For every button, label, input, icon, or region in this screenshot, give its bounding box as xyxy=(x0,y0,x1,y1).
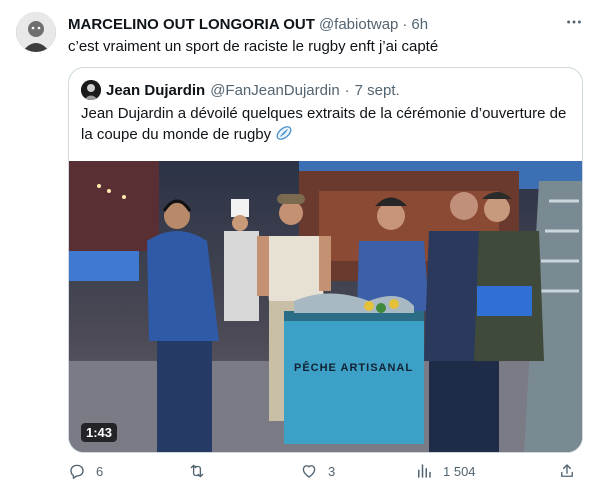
quoted-author-handle: @FanJeanDujardin xyxy=(210,81,340,99)
quoted-text: Jean Dujardin a dévoilé quelques extrait… xyxy=(81,105,567,143)
views-icon xyxy=(415,462,433,480)
share-icon xyxy=(558,462,576,480)
like-icon xyxy=(300,462,318,480)
quoted-tweet[interactable]: Jean Dujardin @FanJeanDujardin · 7 sept.… xyxy=(68,67,583,453)
reply-icon xyxy=(68,462,86,480)
quoted-avatar xyxy=(81,80,101,100)
separator-dot: · xyxy=(402,15,408,33)
tweet-header: MARCELINO OUT LONGORIA OUT @fabiotwap · … xyxy=(68,14,584,34)
author-handle[interactable]: @fabiotwap xyxy=(319,16,398,33)
quoted-author-name: Jean Dujardin xyxy=(106,81,206,99)
video-player[interactable]: PÊCHE ARTISANAL 1:43 xyxy=(69,161,582,452)
retweet-button[interactable] xyxy=(188,458,216,484)
quoted-header: Jean Dujardin @FanJeanDujardin · 7 sept. xyxy=(81,80,400,100)
tweet-time[interactable]: 6h xyxy=(411,16,428,33)
action-bar: 6 3 1 504 xyxy=(60,458,590,484)
video-duration: 1:43 xyxy=(81,423,118,442)
video-frame: PÊCHE ARTISANAL xyxy=(69,161,582,452)
tweet[interactable]: MARCELINO OUT LONGORIA OUT @fabiotwap · … xyxy=(0,0,600,494)
like-count: 3 xyxy=(328,463,336,479)
views-button[interactable]: 1 504 xyxy=(415,458,476,484)
cart-sign: PÊCHE ARTISANAL xyxy=(294,361,413,374)
avatar[interactable] xyxy=(16,12,56,52)
quoted-time: 7 sept. xyxy=(354,81,400,99)
more-icon[interactable] xyxy=(564,12,584,32)
separator-dot: · xyxy=(344,81,350,99)
share-button[interactable] xyxy=(558,458,576,484)
views-count: 1 504 xyxy=(443,463,476,479)
retweet-icon xyxy=(188,462,206,480)
rugby-ball-icon xyxy=(275,124,293,142)
quoted-text-block: Jean Dujardin a dévoilé quelques extrait… xyxy=(81,104,573,145)
reply-button[interactable]: 6 xyxy=(68,458,103,484)
like-button[interactable]: 3 xyxy=(300,458,335,484)
author-name[interactable]: MARCELINO OUT LONGORIA OUT xyxy=(68,16,315,33)
tweet-text: c’est vraiment un sport de raciste le ru… xyxy=(68,38,439,55)
reply-count: 6 xyxy=(96,463,104,479)
